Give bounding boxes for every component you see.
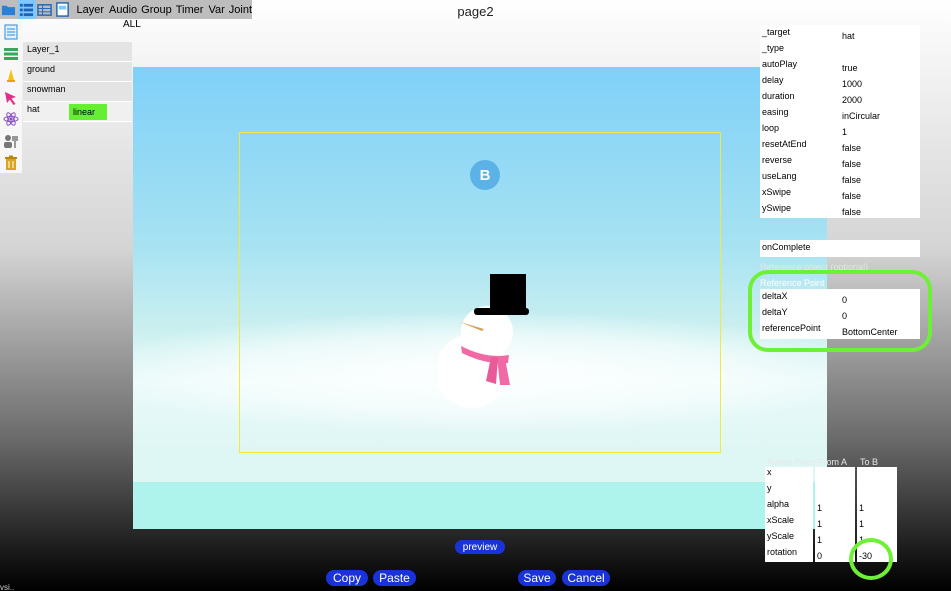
prop-row-reverse[interactable]: reverse false <box>760 155 920 171</box>
rotation-highlight-ring <box>849 538 893 580</box>
prop-row-target[interactable]: _target hat <box>760 27 920 43</box>
prop-row-loop[interactable]: loop 1 <box>760 123 920 139</box>
prop-key: reverse <box>762 155 793 165</box>
prop-row-type[interactable]: _type <box>760 43 920 59</box>
menu-timer[interactable]: Timer <box>176 4 204 16</box>
layer-name: hat <box>27 104 40 114</box>
tween-prop-name: xScale <box>767 515 795 525</box>
trash-icon[interactable] <box>1 153 21 173</box>
layer-name: Layer_1 <box>27 44 60 54</box>
table-view-icon[interactable] <box>36 0 54 19</box>
prop-row-y-swipe[interactable]: ySwipe false <box>760 203 920 219</box>
prop-value[interactable]: 1000 <box>842 79 862 89</box>
menu-joint[interactable]: Joint <box>229 4 252 16</box>
prop-value[interactable]: inCircular <box>842 111 880 121</box>
prop-value[interactable]: false <box>842 191 861 201</box>
prop-key: _target <box>762 27 791 37</box>
prop-value[interactable]: false <box>842 143 861 153</box>
layer-item-selected[interactable]: hat linear <box>23 102 132 122</box>
list-view-icon[interactable] <box>17 0 36 19</box>
ground-band <box>133 482 827 529</box>
prop-key: _type <box>762 43 785 53</box>
prop-value[interactable]: false <box>842 207 861 217</box>
physics-icon[interactable] <box>1 109 21 129</box>
save-button[interactable]: Save <box>518 570 556 586</box>
tool-column <box>0 19 22 173</box>
reference-highlight-ring <box>748 270 932 352</box>
prop-row-duration[interactable]: duration 2000 <box>760 91 920 107</box>
top-hat[interactable] <box>474 274 529 315</box>
prop-key: loop <box>762 123 780 133</box>
prop-value[interactable]: 2000 <box>842 95 862 105</box>
page-icon[interactable] <box>54 0 72 19</box>
to-b-header: To B <box>860 457 879 467</box>
snowman-sprite[interactable] <box>438 267 538 417</box>
prop-value[interactable]: false <box>842 175 861 185</box>
on-complete-field[interactable]: onComplete <box>760 240 920 257</box>
layer-name: ground <box>27 64 56 74</box>
properties-icon[interactable] <box>1 22 21 42</box>
tween-prop-name: alpha <box>767 499 790 509</box>
layer-list: Layer_1 ground snowman hat linear <box>23 42 132 122</box>
top-toolbar: Layer Audio Group Timer Var Joint <box>0 0 252 19</box>
prop-value[interactable]: true <box>842 63 858 73</box>
to-value[interactable]: 1 <box>859 519 864 529</box>
prop-key: resetAtEnd <box>762 139 807 149</box>
from-value[interactable]: 0 <box>817 551 822 561</box>
from-a-header: From A <box>818 457 848 467</box>
copy-button[interactable]: Copy <box>326 570 368 586</box>
cancel-button[interactable]: Cancel <box>562 570 610 586</box>
prop-key: delay <box>762 75 784 85</box>
prop-row-reset-at-end[interactable]: resetAtEnd false <box>760 139 920 155</box>
from-value[interactable]: 1 <box>817 535 822 545</box>
prop-key: easing <box>762 107 789 117</box>
sprite-icon[interactable] <box>1 66 21 86</box>
prop-row-delay[interactable]: delay 1000 <box>760 75 920 91</box>
tween-property-names: x y alpha xScale yScale rotation <box>765 467 813 562</box>
layers-icon[interactable] <box>1 44 21 64</box>
prop-row-use-lang[interactable]: useLang false <box>760 171 920 187</box>
from-value[interactable]: 1 <box>817 519 822 529</box>
prop-key: ySwipe <box>762 203 792 213</box>
tween-prop-name: rotation <box>767 547 798 557</box>
prop-key: autoPlay <box>762 59 798 69</box>
prop-value[interactable]: false <box>842 159 861 169</box>
footer-text: vsi.. <box>0 583 15 591</box>
from-value[interactable]: 1 <box>817 503 822 513</box>
tween-prop-name: yScale <box>767 531 795 541</box>
layer-item[interactable]: snowman <box>23 82 132 102</box>
layer-name: snowman <box>27 84 66 94</box>
prop-value[interactable]: 1 <box>842 127 847 137</box>
prop-key: useLang <box>762 171 797 181</box>
prop-key: duration <box>762 91 795 101</box>
folder-icon[interactable] <box>0 0 18 19</box>
menu-audio[interactable]: Audio <box>109 4 137 16</box>
tween-properties-panel: _target hat _type autoPlay true delay 1000 … <box>760 25 920 218</box>
stage-canvas[interactable]: B <box>133 67 827 529</box>
prop-row-autoplay[interactable]: autoPlay true <box>760 59 920 75</box>
editor-title: tweenAB: hat in page2 (hat) <box>697 3 809 13</box>
tween-type-badge[interactable]: linear <box>69 104 107 120</box>
prop-row-easing[interactable]: easing inCircular <box>760 107 920 123</box>
menu-var[interactable]: Var <box>208 4 224 16</box>
layer-item[interactable]: ground <box>23 62 132 82</box>
prop-row-x-swipe[interactable]: xSwipe false <box>760 187 920 203</box>
tween-prop-name: x <box>767 467 772 477</box>
paste-button[interactable]: Paste <box>373 570 416 586</box>
prop-value[interactable]: hat <box>842 31 855 41</box>
tween-point-header: Tween Point <box>766 457 816 467</box>
tween-prop-name: y <box>767 483 772 493</box>
layer-item[interactable]: Layer_1 <box>23 42 132 62</box>
to-value[interactable]: 1 <box>859 503 864 513</box>
prop-key: xSwipe <box>762 187 792 197</box>
filter-all-label[interactable]: ALL <box>123 19 141 30</box>
preview-button[interactable]: preview <box>455 540 505 554</box>
users-icon[interactable] <box>1 131 21 151</box>
pointer-icon[interactable] <box>1 88 21 108</box>
menu-layer[interactable]: Layer <box>77 4 105 16</box>
point-b-marker[interactable]: B <box>470 160 500 190</box>
from-a-column: 1 1 1 0 <box>815 467 855 562</box>
menu-group[interactable]: Group <box>141 4 172 16</box>
